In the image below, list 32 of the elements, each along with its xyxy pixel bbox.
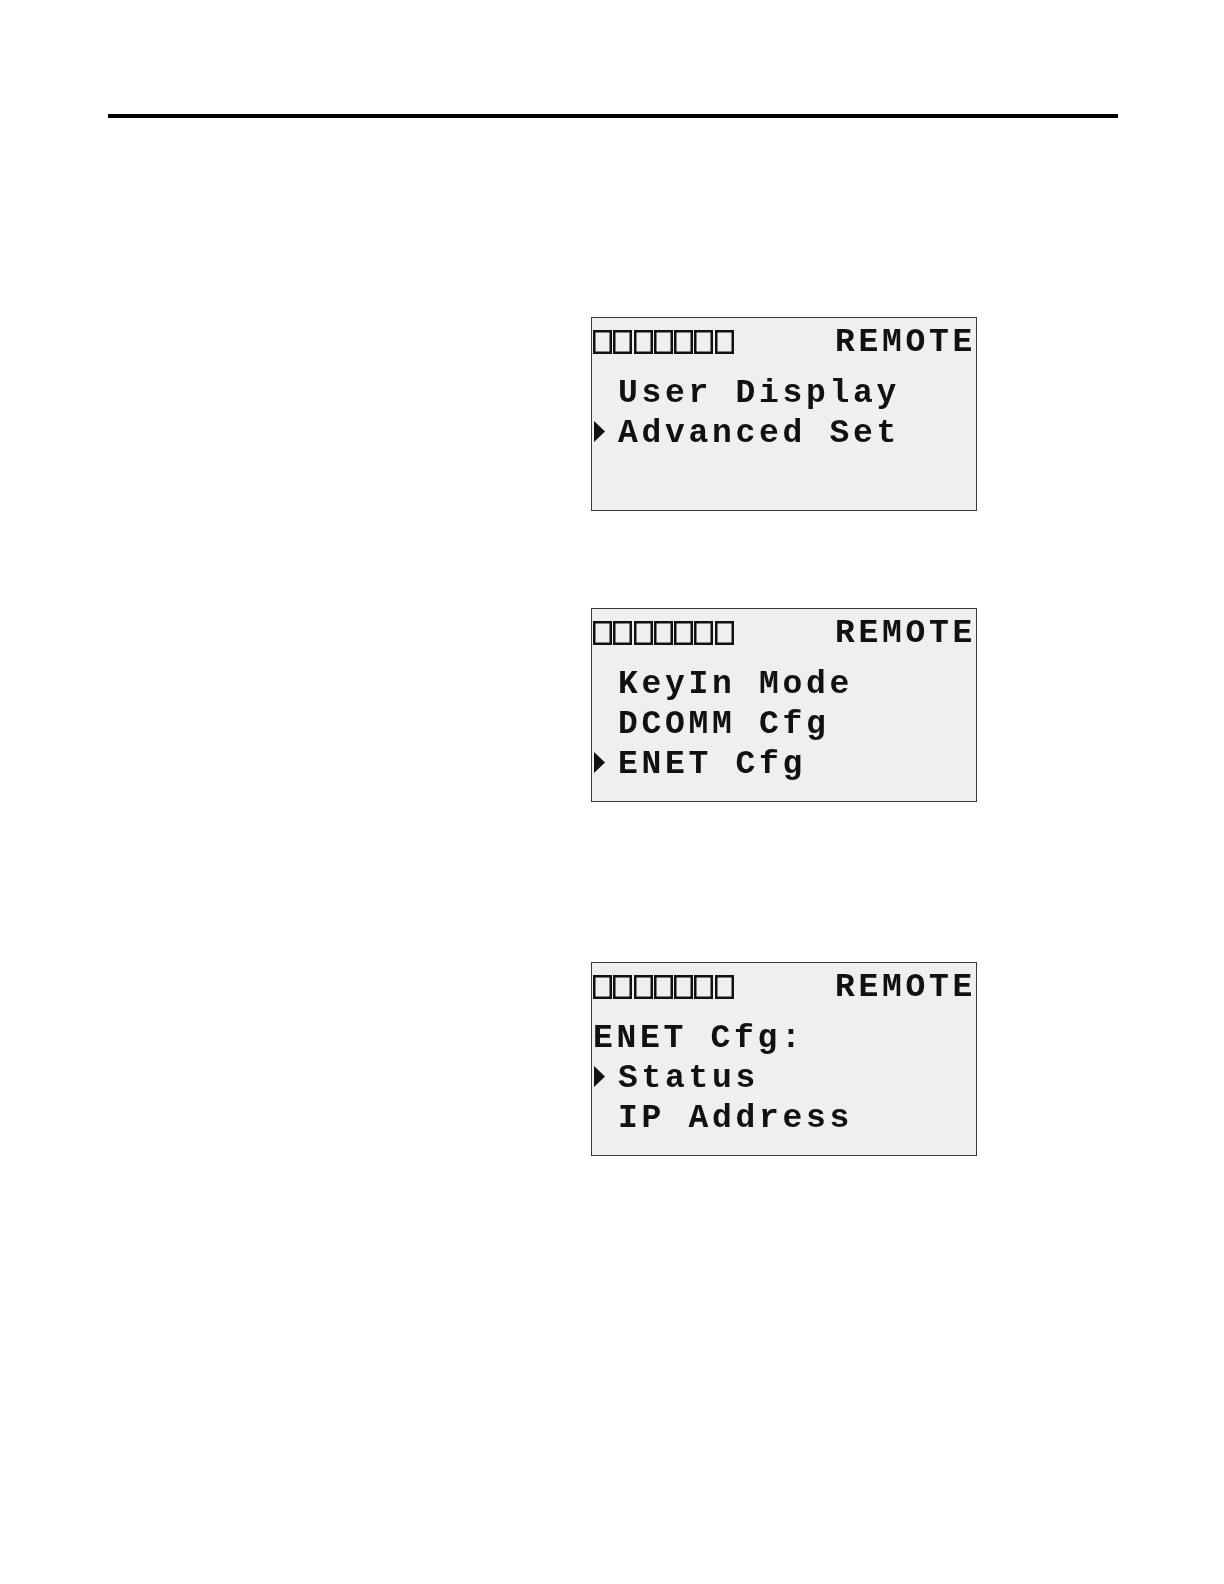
mode-label: REMOTE xyxy=(834,323,976,363)
mode-label: REMOTE xyxy=(834,968,976,1008)
empty-box-icon xyxy=(633,975,653,999)
empty-box-icon xyxy=(613,975,633,999)
empty-box-icon xyxy=(674,621,694,645)
empty-box-icon xyxy=(674,330,694,354)
empty-box-icon xyxy=(694,975,714,999)
empty-box-icon xyxy=(633,621,653,645)
mode-label: REMOTE xyxy=(834,614,976,654)
menu-item[interactable]: Status xyxy=(593,1059,760,1099)
empty-box-icon xyxy=(714,330,734,354)
empty-box-icon xyxy=(653,975,673,999)
menu-item[interactable]: IP Address xyxy=(593,1099,854,1139)
empty-box-icon xyxy=(714,621,734,645)
screen-title: ENET Cfg: xyxy=(593,1020,805,1057)
empty-box-icon xyxy=(714,975,734,999)
menu-item[interactable]: Advanced Set xyxy=(593,414,901,454)
menu-item[interactable]: ENET Cfg xyxy=(593,745,807,785)
empty-box-icon xyxy=(633,330,653,354)
empty-box-icon xyxy=(613,621,633,645)
empty-box-icon xyxy=(593,621,612,645)
menu-item[interactable]: DCOMM Cfg xyxy=(593,705,830,745)
empty-box-icon xyxy=(694,621,714,645)
empty-box-icon xyxy=(653,621,673,645)
empty-box-icon xyxy=(593,330,612,354)
menu-item[interactable]: User Display xyxy=(593,374,901,414)
empty-box-icon xyxy=(593,975,612,999)
empty-box-icon xyxy=(694,330,714,354)
empty-box-icon xyxy=(674,975,694,999)
empty-box-icon xyxy=(653,330,673,354)
empty-box-icon xyxy=(613,330,633,354)
menu-item[interactable]: KeyIn Mode xyxy=(593,665,854,705)
